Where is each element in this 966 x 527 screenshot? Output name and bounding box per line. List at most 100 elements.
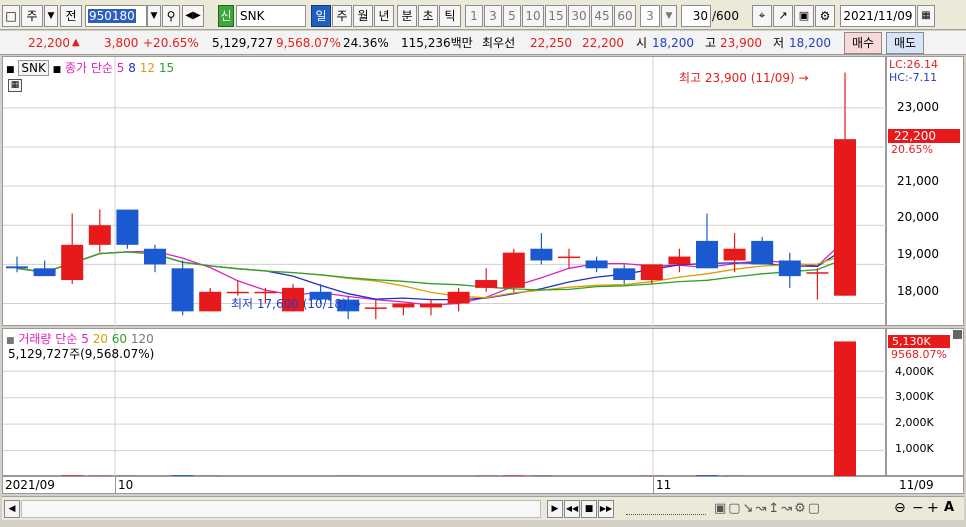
volume-legend-ma20: 20 (92, 332, 108, 346)
legend-ma15: 15 (158, 61, 175, 75)
tab-yearly[interactable]: 년 (374, 5, 394, 27)
interval-3-button[interactable]: 3 (484, 5, 502, 27)
legend-ma8: 8 (128, 61, 136, 75)
candle-body (420, 303, 442, 308)
buy-button[interactable]: 매수 (844, 32, 882, 54)
candle-body (392, 303, 415, 308)
zoom-minus-icon[interactable]: − (912, 500, 924, 516)
volume-legend-ma5: 5 (81, 332, 89, 346)
stock-name-field[interactable]: SNK (236, 5, 306, 27)
x-label: 2021/09 (5, 478, 55, 492)
interval-60-button[interactable]: 60 (614, 5, 636, 27)
count-input[interactable]: 30 (681, 5, 711, 27)
x-label: 11/09 (899, 478, 934, 492)
zoom-out-icon[interactable]: ⊖ (894, 500, 906, 516)
high-price: 23,900 (720, 36, 762, 50)
sell-button[interactable]: 매도 (886, 32, 924, 54)
tab-daily[interactable]: 일 (311, 5, 331, 27)
search-icon[interactable]: ⚲ (162, 5, 180, 27)
candle-body (144, 248, 166, 265)
zoom-slider[interactable] (626, 503, 706, 515)
price-change-pct: +20.65% (143, 36, 199, 50)
legend-ma12: 12 (139, 61, 156, 75)
candle-body (254, 291, 277, 294)
volume-chart[interactable]: ■ 거래량 단순 5 20 60 120 5,129,727주(9,568.07… (2, 328, 887, 477)
horizontal-scrollbar-track[interactable] (21, 500, 541, 518)
open-price: 18,200 (652, 36, 694, 50)
stock-code-input[interactable]: 950180 (85, 5, 147, 27)
calendar-icon[interactable]: ▦ (917, 5, 935, 27)
low-annotation: 최저 17,600 (10/18) → (231, 297, 361, 311)
tab-monthly[interactable]: 월 (353, 5, 373, 27)
drawing-tools-icons[interactable]: ▣▢↘↝↥↝⚙▢ (714, 501, 822, 516)
x-label: 11 (656, 478, 672, 492)
date-input[interactable]: 2021/11/09 (840, 5, 916, 27)
candle-body (640, 264, 663, 281)
high-label: 고 (705, 36, 717, 50)
tab-weekly[interactable]: 주 (332, 5, 352, 27)
candle-body (751, 240, 774, 265)
interval-45-button[interactable]: 45 (591, 5, 613, 27)
crosshair-icon[interactable]: ⌖ (752, 5, 772, 27)
legend-indicator[interactable]: 종가 단순 (65, 61, 113, 75)
stop-icon[interactable]: ■ (581, 500, 597, 518)
tab-second[interactable]: 초 (418, 5, 438, 27)
volume-summary: 5,129,727주(9,568.07%) (8, 347, 155, 361)
interval-dropdown-icon[interactable]: ▼ (661, 5, 677, 27)
candle-body (226, 291, 249, 294)
save-icon[interactable]: ▣ (794, 5, 814, 27)
volume-legend-indicator[interactable]: 단순 (55, 332, 77, 346)
candle-body (364, 307, 387, 309)
high-annotation: 최고 23,900 (11/09) → (679, 71, 809, 85)
font-size-icon[interactable]: A (944, 500, 954, 515)
interval-30-button[interactable]: 30 (568, 5, 590, 27)
play-icon[interactable]: ▶ (547, 500, 563, 518)
candle-body (171, 268, 194, 312)
price-tick: 21,000 (897, 174, 939, 188)
trend-tool-icon[interactable]: ↗ (773, 5, 793, 27)
candle-body (116, 209, 139, 245)
candle-body (475, 280, 498, 288)
open-label: 시 (636, 36, 648, 50)
candle-body (558, 256, 580, 259)
sound-icon[interactable]: ◀▶ (182, 5, 204, 27)
volume-tick: 4,000K (895, 365, 934, 378)
interval-1-button[interactable]: 1 (465, 5, 483, 27)
ma12-line (16, 251, 846, 299)
volume-tick: 1,000K (895, 442, 934, 455)
window-menu-icon[interactable]: □ (2, 5, 20, 27)
price-chart[interactable]: ■ SNK ■ 종가 단순 5 8 12 15 ▦ 최고 23,900 (11/… (2, 56, 887, 327)
interval-10-button[interactable]: 10 (522, 5, 544, 27)
volume-legend-title[interactable]: 거래량 (18, 332, 51, 346)
candle-body (723, 248, 746, 261)
grid-table-icon[interactable]: ▦ (8, 79, 22, 92)
interval-input[interactable]: 3 (640, 5, 660, 27)
pane-close-icon[interactable] (953, 330, 962, 339)
code-dropdown-icon[interactable]: ▼ (147, 5, 161, 27)
prev-button[interactable]: 전 (60, 5, 82, 27)
volume-value: 5,129,727 (212, 36, 274, 50)
legend-symbol[interactable]: SNK (18, 60, 49, 76)
tab-tick[interactable]: 틱 (439, 5, 461, 27)
date-axis: 2021/09 10 11 11/09 (2, 476, 964, 494)
fast-forward-icon[interactable]: ▶▶ (598, 500, 614, 518)
quote-bar: 22,200 ▲ 3,800 +20.65% 5,129,727 9,568.0… (0, 31, 966, 55)
market-type-select[interactable]: 주 (21, 5, 43, 27)
volume-tick: 3,000K (895, 390, 934, 403)
settings-gear-icon[interactable]: ⚙ (815, 5, 835, 27)
rewind-icon[interactable]: ◀◀ (564, 500, 580, 518)
interval-5-button[interactable]: 5 (503, 5, 521, 27)
zoom-plus-icon[interactable]: + (927, 500, 939, 516)
candle-body (447, 291, 470, 304)
tab-minute[interactable]: 분 (397, 5, 417, 27)
lc-value: LC:26.14 (889, 58, 939, 71)
scroll-left-icon[interactable]: ◀ (4, 500, 20, 518)
volume-axis: 5,130K 9568.07% 4,000K 3,000K 2,000K 1,0… (886, 328, 964, 476)
market-type-dropdown-icon[interactable]: ▼ (44, 5, 58, 27)
volume-legend-ma120: 120 (130, 332, 154, 346)
interval-15-button[interactable]: 15 (545, 5, 567, 27)
candle-body (585, 260, 608, 269)
price-axis: LC:26.14 HC:-7.11 23,000 22,200 20.65% 2… (886, 56, 964, 326)
legend-square-icon: ■ (52, 65, 62, 75)
candle-body (502, 252, 525, 288)
